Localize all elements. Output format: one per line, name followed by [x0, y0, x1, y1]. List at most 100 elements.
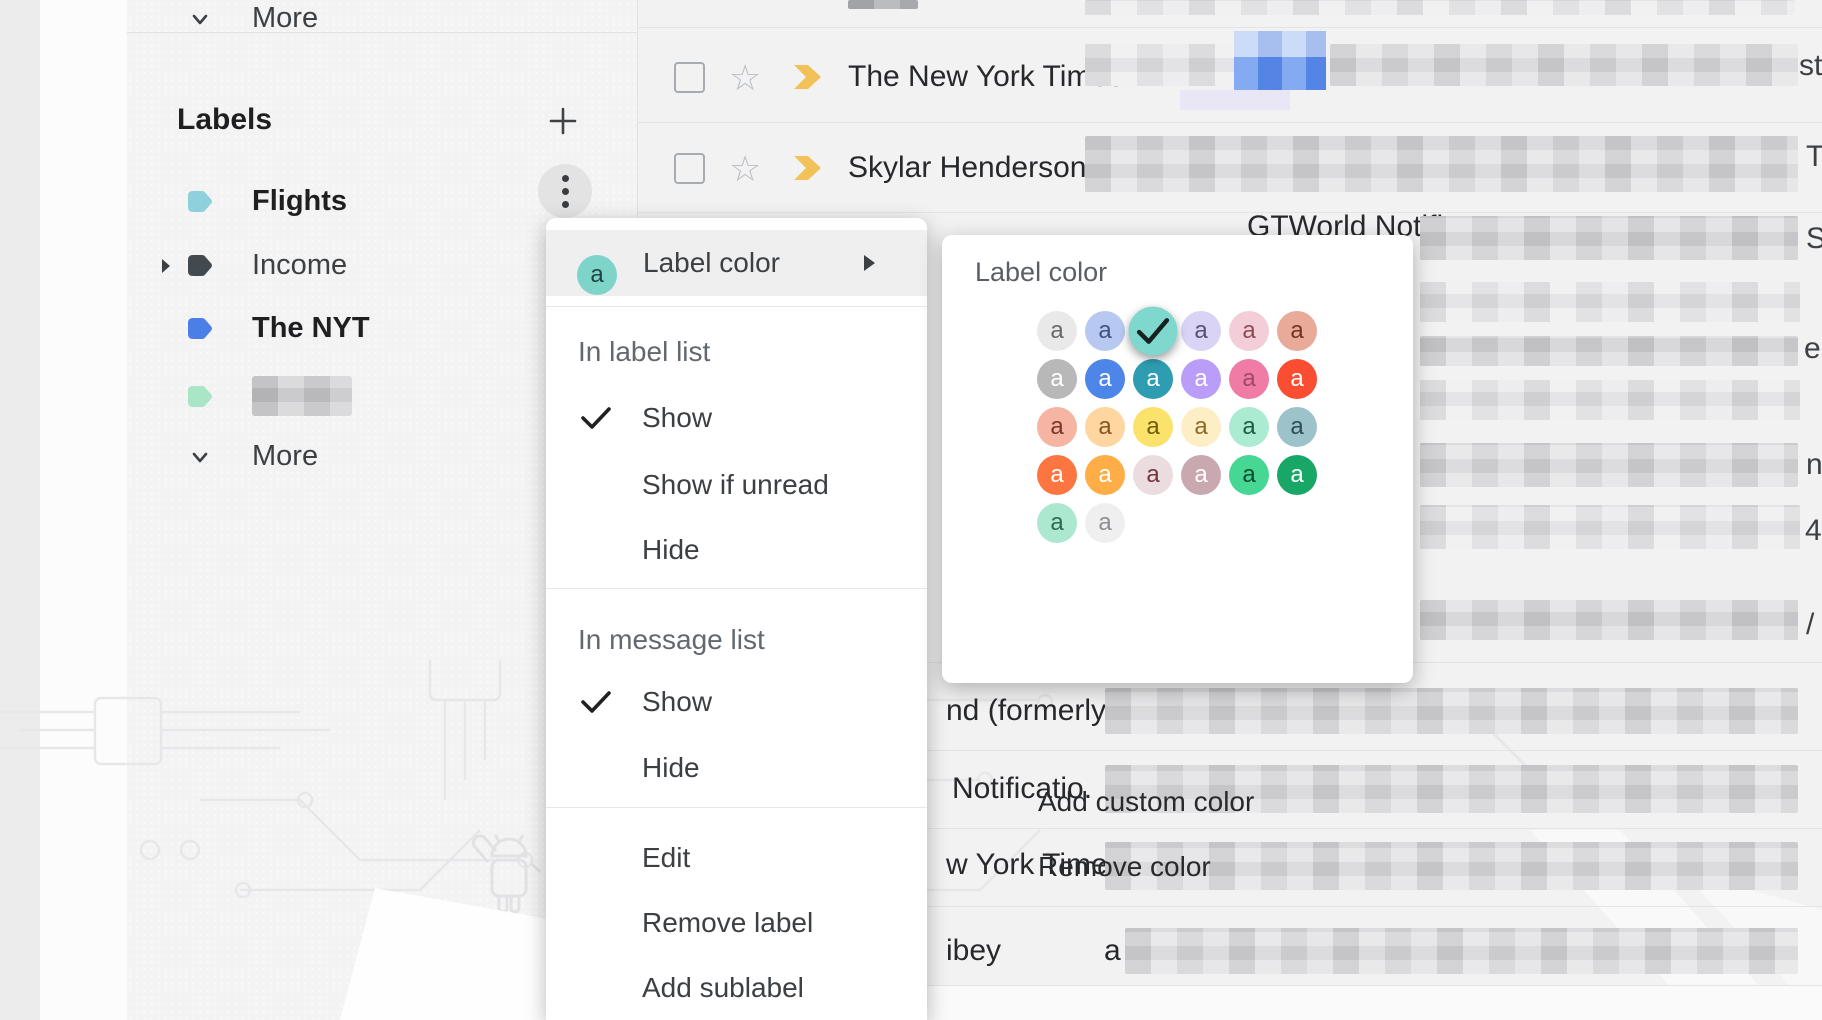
importance-marker-icon[interactable] — [792, 63, 826, 91]
censored-text — [1420, 336, 1798, 366]
star-icon[interactable]: ☆ — [729, 60, 761, 96]
color-swatch[interactable]: a — [1277, 311, 1317, 351]
color-swatch[interactable]: a — [1277, 359, 1317, 399]
color-swatch[interactable]: a — [1181, 455, 1221, 495]
color-swatch[interactable]: a — [1133, 455, 1173, 495]
clipped-text-fragment: S — [1806, 222, 1822, 256]
censored-highlight — [1234, 57, 1326, 90]
label-name: Flights — [252, 185, 347, 218]
menu-item-hide-label-list[interactable]: Hide — [546, 528, 927, 572]
censored-subject — [1085, 44, 1235, 86]
color-swatch[interactable]: a — [1037, 359, 1077, 399]
color-swatch[interactable]: a — [1277, 407, 1317, 447]
sidebar-item-income[interactable]: Income — [160, 249, 347, 282]
menu-item-label: Label color — [643, 247, 780, 279]
menu-section-header: In message list — [578, 624, 765, 656]
menu-item-hide-message-list[interactable]: Hide — [546, 746, 927, 790]
censored-subject — [1085, 136, 1798, 192]
email-sender[interactable]: nd (formerly. — [946, 694, 1112, 728]
menu-item-label: Remove label — [642, 907, 813, 939]
menu-item-label: Edit — [642, 842, 690, 874]
row-checkbox[interactable] — [674, 62, 705, 93]
chevron-down-icon — [188, 445, 212, 469]
email-sender[interactable]: The New York Times — [848, 60, 1123, 94]
color-swatch[interactable]: a — [1229, 455, 1269, 495]
sidebar-item-redacted[interactable] — [185, 376, 352, 416]
menu-item-label: Hide — [642, 534, 700, 566]
gmail-label-menu-screen: More Labels Flights Income The NYT More — [0, 0, 1822, 1020]
censored-text — [1420, 282, 1800, 322]
check-icon — [580, 405, 612, 431]
plus-icon — [547, 105, 579, 137]
menu-item-show-message-list[interactable]: Show — [546, 680, 927, 724]
label-tag-icon — [185, 383, 214, 410]
label-color-swatch-icon: a — [577, 255, 617, 295]
censored-text — [1420, 380, 1800, 420]
left-margin — [40, 0, 127, 1020]
color-swatch[interactable]: a — [1037, 503, 1077, 543]
email-sender[interactable]: ibey — [946, 934, 1001, 968]
create-label-button[interactable] — [547, 105, 579, 137]
add-custom-color-button[interactable]: Add custom color — [1038, 786, 1254, 818]
color-swatch[interactable]: a — [1037, 407, 1077, 447]
color-swatch[interactable]: a — [1229, 359, 1269, 399]
censored-text — [1085, 0, 1795, 15]
color-swatch[interactable]: a — [1181, 311, 1221, 351]
color-swatch[interactable]: a — [1037, 455, 1077, 495]
label-options-button[interactable] — [538, 164, 592, 218]
censored-text — [1420, 443, 1798, 487]
clipped-text-fragment: a — [1104, 934, 1121, 968]
expand-arrow-icon[interactable] — [160, 258, 172, 274]
color-swatch[interactable]: a — [1181, 407, 1221, 447]
sidebar-item-flights[interactable]: Flights — [185, 185, 347, 218]
color-swatch[interactable]: a — [1229, 311, 1269, 351]
color-swatch[interactable]: a — [1085, 359, 1125, 399]
chevron-down-icon — [188, 7, 212, 31]
row-checkbox[interactable] — [674, 153, 705, 184]
censored-fringe — [1180, 90, 1290, 110]
menu-item-show-if-unread[interactable]: Show if unread — [546, 463, 927, 507]
menu-item-edit[interactable]: Edit — [546, 836, 927, 880]
color-swatch-grid: aaaaaaaaaaaaaaaaaaaaaaaaa — [1037, 311, 1327, 551]
color-swatch[interactable]: a — [1037, 311, 1077, 351]
submenu-arrow-icon — [864, 255, 875, 271]
clipped-text-fragment: e — [1804, 332, 1821, 366]
color-swatch[interactable]: a — [1181, 359, 1221, 399]
menu-item-label: Show if unread — [642, 469, 829, 501]
menu-item-label: Show — [642, 686, 712, 718]
censored-text — [1420, 600, 1798, 640]
importance-marker-icon[interactable] — [792, 154, 826, 182]
sidebar-item-label: More — [252, 2, 318, 35]
menu-item-label-color[interactable]: a Label color — [546, 230, 927, 296]
email-sender[interactable]: Skylar Henderson — [848, 151, 1086, 185]
censored-subject — [1105, 688, 1798, 734]
label-tag-icon — [185, 252, 214, 279]
submenu-title: Label color — [975, 257, 1107, 288]
menu-item-remove-label[interactable]: Remove label — [546, 901, 927, 945]
color-swatch[interactable]: a — [1277, 455, 1317, 495]
color-swatch[interactable]: a — [1133, 407, 1173, 447]
color-swatch[interactable]: a — [1085, 503, 1125, 543]
color-swatch[interactable]: a — [1133, 359, 1173, 399]
sidebar-item-more-bottom[interactable]: More — [188, 440, 318, 473]
color-swatch[interactable]: a — [1085, 455, 1125, 495]
censored-text — [1420, 505, 1800, 549]
star-icon[interactable]: ☆ — [729, 151, 761, 187]
check-icon — [1136, 316, 1170, 345]
menu-item-add-sublabel[interactable]: Add sublabel — [546, 966, 927, 1010]
sidebar-item-the-nyt[interactable]: The NYT — [185, 312, 370, 345]
sidebar-item-more-top[interactable]: More — [188, 2, 318, 35]
label-name: The NYT — [252, 312, 370, 345]
menu-item-label: Show — [642, 402, 712, 434]
color-swatch-selected[interactable] — [1129, 307, 1178, 356]
censored-subject — [1420, 216, 1798, 260]
remove-color-button[interactable]: Remove color — [1038, 851, 1211, 883]
sidebar-item-label: More — [252, 440, 318, 473]
color-swatch[interactable]: a — [1085, 311, 1125, 351]
clipped-text-fragment: 4 — [1805, 514, 1822, 548]
menu-item-show-label-list[interactable]: Show — [546, 396, 927, 440]
color-swatch[interactable]: a — [1229, 407, 1269, 447]
label-options-menu: a Label color In label list Show Show if… — [546, 218, 927, 1020]
color-swatch[interactable]: a — [1085, 407, 1125, 447]
censored-subject — [1330, 44, 1798, 86]
